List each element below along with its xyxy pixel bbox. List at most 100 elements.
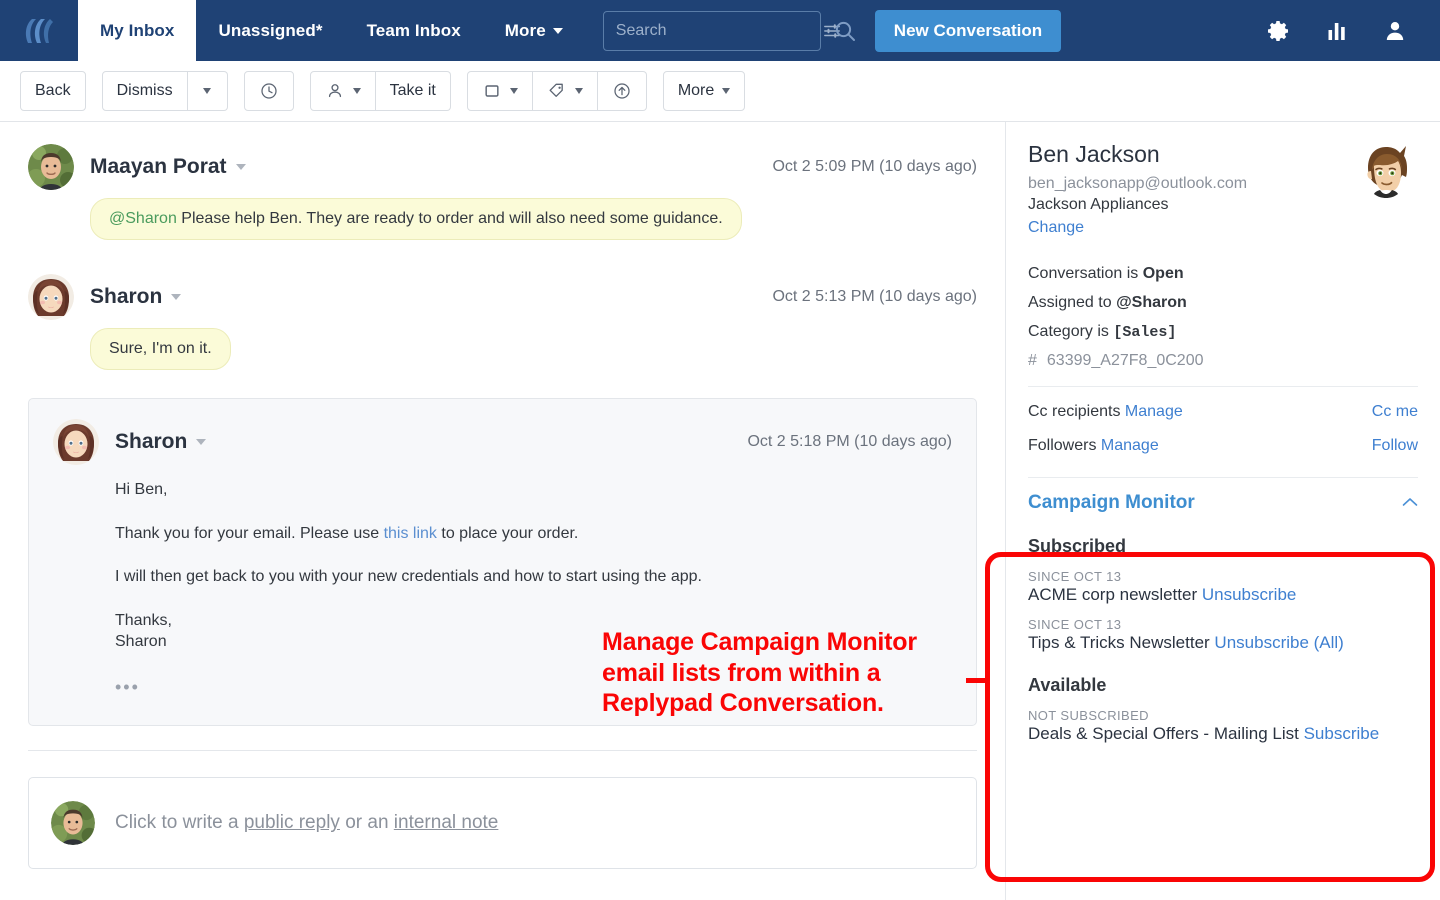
settings-button[interactable]	[1250, 0, 1308, 61]
snooze-group	[244, 71, 294, 111]
reply-placeholder: Click to write a public reply or an inte…	[115, 812, 498, 834]
back-button[interactable]: Back	[20, 71, 86, 111]
nav-tab-label: Team Inbox	[367, 21, 461, 41]
avatar-cartoon-woman	[28, 274, 74, 320]
dismiss-group: Dismiss	[102, 71, 228, 111]
dismiss-button[interactable]: Dismiss	[102, 71, 188, 111]
email-paragraph-order: Thank you for your email. Please use thi…	[115, 523, 952, 545]
order-link[interactable]: this link	[384, 525, 437, 542]
subscription-name: Tips & Tricks Newsletter	[1028, 633, 1210, 652]
internal-note-link[interactable]: internal note	[394, 812, 499, 833]
chevron-down-icon	[510, 88, 518, 94]
top-navigation-bar: My Inbox Unassigned* Team Inbox More	[0, 0, 1440, 61]
message-author: Sharon	[115, 430, 206, 454]
campaign-monitor-header[interactable]: Campaign Monitor	[1028, 477, 1418, 514]
meta-category: Category is [Sales]	[1028, 323, 1418, 341]
chevron-down-icon[interactable]	[196, 439, 206, 445]
author-name: Maayan Porat	[90, 155, 227, 178]
change-contact-link[interactable]: Change	[1028, 219, 1084, 236]
arrow-up-circle-icon	[612, 81, 632, 101]
search-submit-button[interactable]	[821, 0, 869, 61]
reports-bar-chart-icon	[1325, 19, 1349, 43]
public-reply-link[interactable]: public reply	[244, 812, 340, 833]
subscription-since: SINCE OCT 13	[1028, 569, 1418, 584]
followers-manage-link[interactable]: Manage	[1101, 437, 1159, 454]
status-badge[interactable]: Open	[1143, 265, 1184, 282]
cc-left: Cc recipients Manage	[1028, 403, 1183, 421]
cc-me-link[interactable]: Cc me	[1372, 403, 1418, 421]
mention-token: @Sharon	[109, 210, 177, 227]
search-box[interactable]	[603, 11, 821, 51]
subscribe-link[interactable]: Subscribe	[1304, 724, 1380, 743]
nav-tab-label: More	[505, 21, 546, 41]
contact-name: Ben Jackson	[1028, 140, 1344, 169]
message-item: Maayan Porat Oct 2 5:09 PM (10 days ago)…	[28, 144, 977, 240]
tag-button[interactable]	[533, 71, 598, 111]
tag-icon	[547, 81, 567, 101]
campaign-monitor-panel: Campaign Monitor Subscribed SINCE OCT 13…	[1006, 477, 1440, 744]
nav-right-icons	[1250, 0, 1440, 61]
nav-tab-label: Unassigned*	[218, 21, 322, 41]
subscription-list-item: SINCE OCT 13 ACME corp newsletter Unsubs…	[1028, 569, 1418, 605]
chevron-down-icon	[203, 88, 211, 94]
subscribed-group-title: Subscribed	[1028, 536, 1418, 557]
available-group-title: Available	[1028, 675, 1418, 696]
gear-icon	[1267, 19, 1291, 43]
avatar-photo-man	[28, 144, 74, 190]
message-header: Sharon Oct 2 5:18 PM (10 days ago)	[53, 419, 952, 465]
contact-email: ben_jacksonapp@outlook.com	[1028, 175, 1344, 193]
unsubscribe-all-link[interactable]: Unsubscribe (All)	[1214, 633, 1343, 652]
user-account-button[interactable]	[1366, 0, 1424, 61]
email-greeting: Hi Ben,	[115, 479, 952, 501]
category-value[interactable]: [Sales]	[1113, 324, 1176, 341]
organize-group	[467, 71, 647, 111]
reply-composer[interactable]: Click to write a public reply or an inte…	[28, 777, 977, 869]
author-name: Sharon	[115, 430, 187, 453]
snooze-button[interactable]	[244, 71, 294, 111]
search-icon	[833, 19, 857, 43]
assign-button[interactable]	[310, 71, 376, 111]
internal-note-bubble: Sure, I'm on it.	[90, 328, 231, 370]
reports-button[interactable]	[1308, 0, 1366, 61]
app-logo[interactable]	[0, 0, 78, 61]
assignee-value[interactable]: @Sharon	[1116, 294, 1187, 311]
user-account-icon	[1383, 19, 1407, 43]
available-status: NOT SUBSCRIBED	[1028, 708, 1418, 723]
internal-note-bubble: @Sharon Please help Ben. They are ready …	[90, 198, 742, 240]
reply-middle: or an	[340, 812, 394, 833]
nav-tab-more[interactable]: More	[483, 0, 585, 61]
nav-tab-team-inbox[interactable]: Team Inbox	[345, 0, 483, 61]
nav-tab-my-inbox[interactable]: My Inbox	[78, 0, 196, 61]
meta-assignee: Assigned to @Sharon	[1028, 294, 1418, 312]
message-timestamp: Oct 2 5:09 PM (10 days ago)	[772, 158, 977, 176]
chevron-down-icon[interactable]	[236, 164, 246, 170]
more-button[interactable]: More	[663, 71, 745, 111]
followers-left: Followers Manage	[1028, 437, 1159, 455]
folder-square-icon	[482, 81, 502, 101]
chevron-up-icon[interactable]	[1402, 495, 1418, 510]
chevron-down-icon	[353, 88, 361, 94]
dismiss-dropdown-button[interactable]	[188, 71, 228, 111]
chevron-down-icon[interactable]	[171, 294, 181, 300]
author-name: Sharon	[90, 285, 162, 308]
move-to-folder-button[interactable]	[467, 71, 533, 111]
escalate-button[interactable]	[598, 71, 647, 111]
cc-manage-link[interactable]: Manage	[1125, 403, 1183, 420]
take-it-button[interactable]: Take it	[376, 71, 451, 111]
nav-tab-label: My Inbox	[100, 21, 174, 41]
unsubscribe-link[interactable]: Unsubscribe	[1202, 585, 1297, 604]
followers-row: Followers Manage Follow	[1006, 437, 1440, 455]
message-timestamp: Oct 2 5:13 PM (10 days ago)	[772, 288, 977, 306]
meta-assignee-label: Assigned to	[1028, 294, 1116, 311]
nav-tab-unassigned[interactable]: Unassigned*	[196, 0, 344, 61]
contact-section: Ben Jackson ben_jacksonapp@outlook.com J…	[1006, 122, 1440, 370]
more-button-label: More	[678, 82, 714, 100]
new-conversation-button[interactable]: New Conversation	[875, 10, 1061, 52]
message-header: Sharon Oct 2 5:13 PM (10 days ago)	[28, 274, 977, 320]
replypad-logo-icon	[22, 16, 56, 46]
chevron-down-icon	[553, 28, 563, 34]
search-input[interactable]	[616, 22, 823, 40]
campaign-monitor-title[interactable]: Campaign Monitor	[1028, 492, 1195, 514]
follow-link[interactable]: Follow	[1372, 437, 1418, 455]
subscription-name-row: ACME corp newsletter Unsubscribe	[1028, 585, 1418, 605]
